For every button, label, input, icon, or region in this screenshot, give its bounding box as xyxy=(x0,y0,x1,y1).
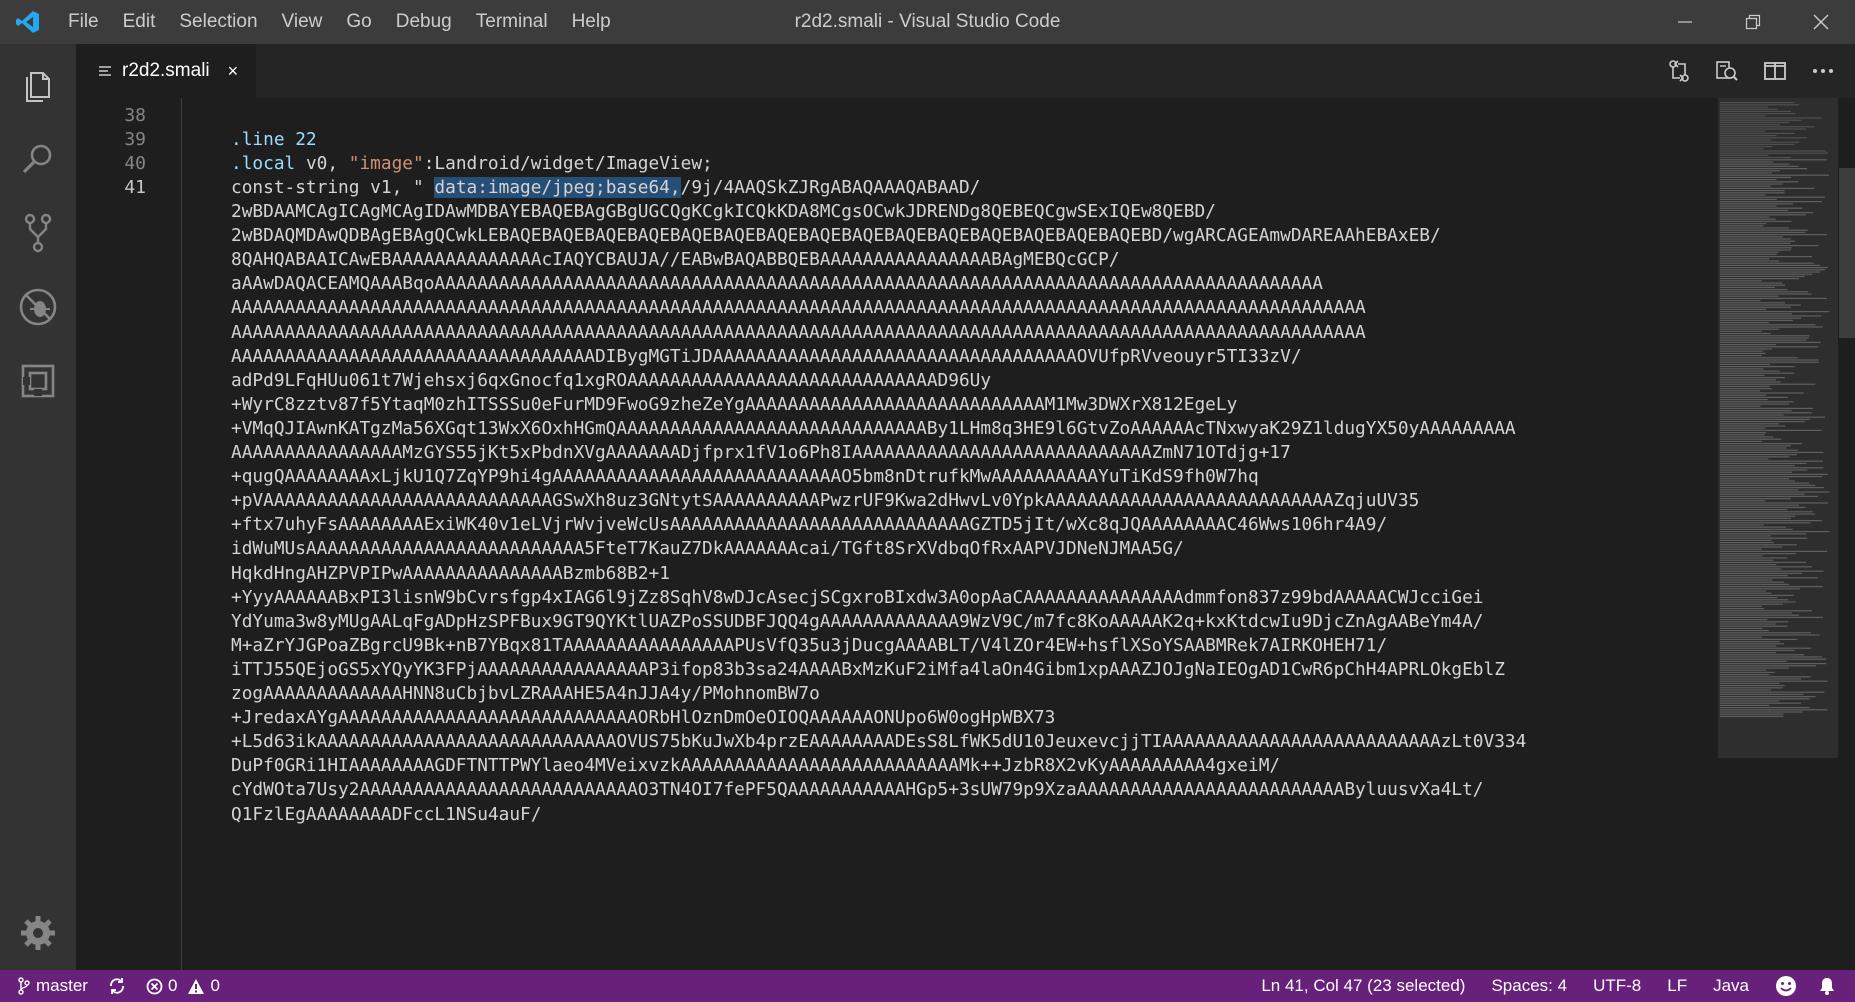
file-lines-icon xyxy=(99,66,111,76)
directive-token: .local xyxy=(231,153,296,174)
menu-file[interactable]: File xyxy=(56,0,111,44)
more-ellipsis-icon xyxy=(1813,69,1833,73)
open-preview-button[interactable] xyxy=(1703,44,1751,98)
menu-edit[interactable]: Edit xyxy=(111,0,168,44)
language-mode[interactable]: Java xyxy=(1703,970,1759,1002)
warning-count: 0 xyxy=(210,976,220,995)
line-number-gutter: 38 39 40 41 xyxy=(76,98,180,970)
window-controls xyxy=(1651,0,1855,44)
indentation[interactable]: Spaces: 4 xyxy=(1481,970,1577,1002)
more-actions-button[interactable] xyxy=(1799,44,1847,98)
error-icon xyxy=(146,978,163,994)
branch-indicator[interactable]: master xyxy=(0,970,98,1002)
error-count: 0 xyxy=(167,976,178,995)
split-editor-button[interactable] xyxy=(1751,44,1799,98)
string-token: "image" xyxy=(348,153,424,174)
minimap[interactable] xyxy=(1718,98,1838,970)
menu-view[interactable]: View xyxy=(270,0,335,44)
branch-name: master xyxy=(36,976,88,995)
end-of-line[interactable]: LF xyxy=(1657,970,1697,1002)
problems-indicator[interactable]: 0 0 xyxy=(136,970,230,1002)
editor-tabs: r2d2.smali × xyxy=(76,44,1855,98)
tab-r2d2-smali[interactable]: r2d2.smali × xyxy=(76,44,256,98)
title-bar: File Edit Selection View Go Debug Termin… xyxy=(0,0,1855,44)
menu-go[interactable]: Go xyxy=(334,0,383,44)
compare-changes-icon xyxy=(1669,60,1689,82)
vertical-scrollbar[interactable] xyxy=(1839,168,1855,338)
minimap-slider[interactable] xyxy=(1718,98,1838,758)
menu-bar: File Edit Selection View Go Debug Termin… xyxy=(56,0,623,44)
code-editor[interactable]: 38 39 40 41 .line 22 .local v0, "image":… xyxy=(76,98,1855,970)
search-icon[interactable] xyxy=(0,122,76,196)
sync-button[interactable] xyxy=(98,970,136,1002)
code-token: /9j/4AAQSkZJRgABAQAAAQABAAD/ xyxy=(680,177,981,198)
tab-close-icon[interactable]: × xyxy=(228,61,239,82)
source-control-icon[interactable] xyxy=(0,196,76,270)
feedback-button[interactable] xyxy=(1765,970,1807,1002)
code-token: v0, xyxy=(295,153,349,174)
vscode-logo-icon xyxy=(0,0,56,44)
selected-text: data:image/jpeg;base64, xyxy=(434,177,681,198)
editor-actions xyxy=(1655,44,1847,98)
extensions-icon[interactable] xyxy=(0,344,76,418)
line-number-current: 41 xyxy=(124,177,146,198)
file-encoding[interactable]: UTF-8 xyxy=(1583,970,1651,1002)
code-line-wrapped: Q1FzlEgAAAAAAAADFccL1NSu4auF/ xyxy=(231,803,542,825)
menu-help[interactable]: Help xyxy=(560,0,623,44)
restore-icon xyxy=(1745,14,1761,30)
settings-gear-icon[interactable] xyxy=(0,896,76,970)
minimize-button[interactable] xyxy=(1651,0,1719,44)
cursor-position[interactable]: Ln 41, Col 47 (23 selected) xyxy=(1251,970,1475,1002)
open-changes-button[interactable] xyxy=(1655,44,1703,98)
smiley-icon xyxy=(1776,976,1796,996)
split-editor-icon xyxy=(1764,62,1786,80)
explorer-icon[interactable] xyxy=(0,48,76,122)
minimize-icon xyxy=(1678,21,1692,23)
status-bar: master 0 0 Ln 41, Col 47 (23 selected) S… xyxy=(0,970,1855,1002)
menu-debug[interactable]: Debug xyxy=(384,0,464,44)
code-token: :Landroid/widget/ImageView; xyxy=(423,153,713,174)
menu-selection[interactable]: Selection xyxy=(167,0,269,44)
tab-label: r2d2.smali xyxy=(122,60,210,81)
restore-button[interactable] xyxy=(1719,0,1787,44)
menu-terminal[interactable]: Terminal xyxy=(464,0,560,44)
bell-icon xyxy=(1820,978,1834,995)
sync-icon xyxy=(110,978,124,994)
indent-guide xyxy=(181,98,182,970)
preview-icon xyxy=(1716,61,1738,81)
directive-token: .line 22 xyxy=(231,129,317,150)
code-token: const-string v1, " xyxy=(231,177,435,198)
debug-icon[interactable] xyxy=(0,270,76,344)
activity-bar xyxy=(0,44,76,970)
warning-icon xyxy=(188,978,205,994)
notifications-button[interactable] xyxy=(1807,970,1847,1002)
git-branch-icon xyxy=(18,977,30,995)
status-right: Ln 41, Col 47 (23 selected) Spaces: 4 UT… xyxy=(1251,970,1855,1002)
close-icon xyxy=(1813,14,1829,30)
close-window-button[interactable] xyxy=(1787,0,1855,44)
